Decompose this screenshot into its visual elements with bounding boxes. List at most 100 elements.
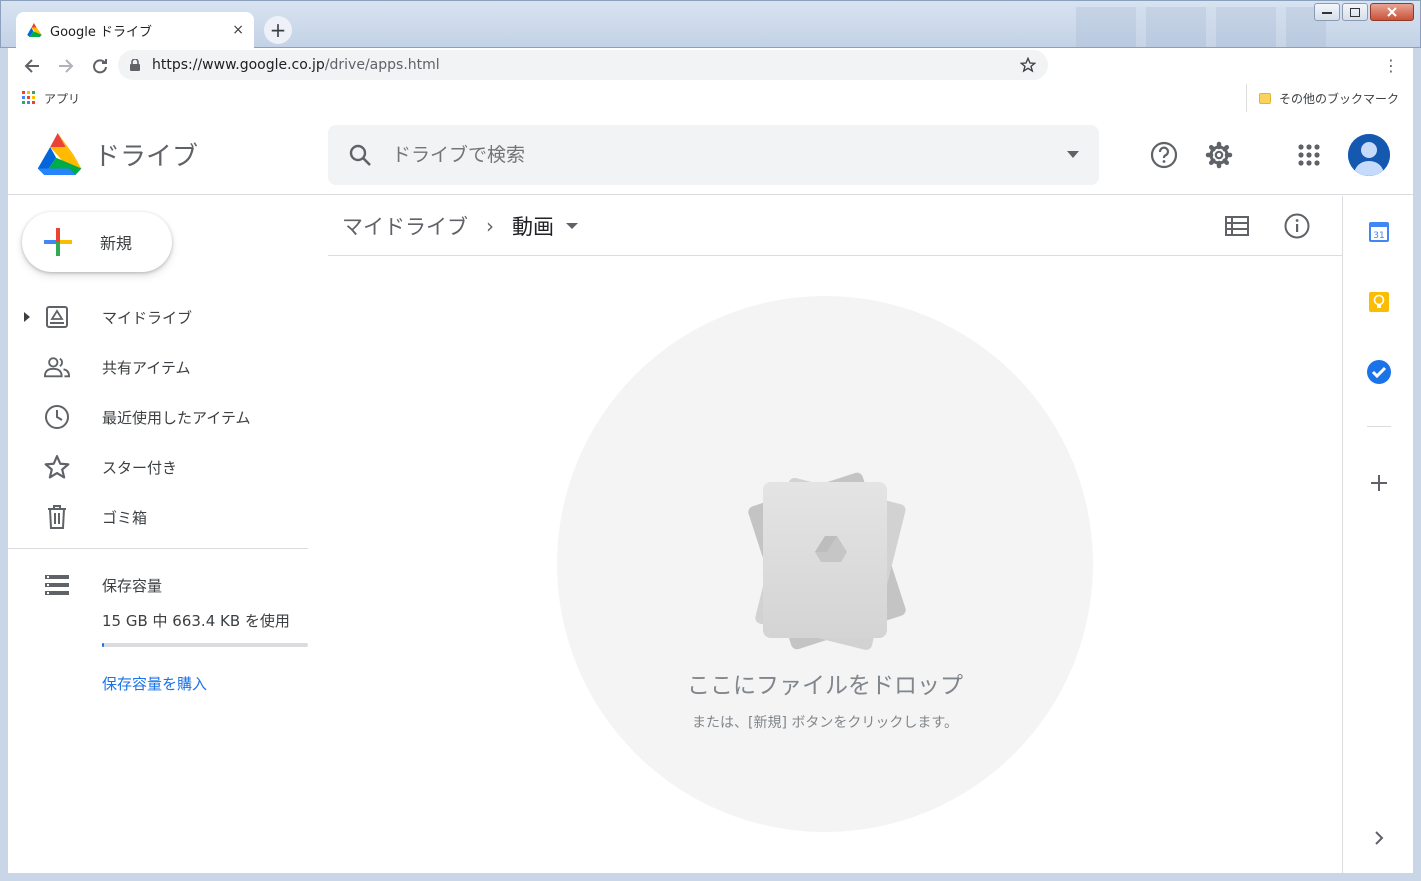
drive-logo[interactable]: ドライブ: [34, 133, 198, 175]
expand-arrow-icon[interactable]: [24, 312, 30, 322]
drop-zone[interactable]: ここにファイルをドロップ または、[新規] ボタンをクリックします。: [557, 296, 1093, 832]
forward-button[interactable]: [54, 54, 78, 78]
tasks-check-icon: [1367, 360, 1391, 384]
list-view-icon: [1225, 216, 1249, 236]
chevron-right-icon: [1375, 831, 1384, 845]
search-options-icon[interactable]: [1067, 151, 1079, 159]
arrow-left-icon: [24, 59, 39, 73]
help-button[interactable]: [1148, 139, 1180, 171]
storage-label: 保存容量: [102, 576, 163, 595]
bookmarks-bar: アプリ その他のブックマーク: [8, 84, 1413, 112]
close-icon: [1387, 7, 1397, 17]
sidebar-item-my-drive[interactable]: マイドライブ: [8, 292, 308, 342]
folder-icon: [1258, 92, 1271, 104]
drop-zone-subtitle: または、[新規] ボタンをクリックします。: [692, 715, 958, 731]
help-icon: [1150, 141, 1178, 169]
address-bar[interactable]: https://www.google.co.jp/drive/apps.html: [118, 50, 1048, 80]
sidebar-item-storage[interactable]: 保存容量: [8, 560, 308, 610]
drop-zone-title: ここにファイルをドロップ: [687, 673, 963, 699]
side-panel: 31: [1342, 196, 1413, 873]
tab-close-icon[interactable]: ×: [232, 22, 244, 38]
plus-icon: [1371, 475, 1387, 491]
close-window-button[interactable]: [1370, 3, 1414, 21]
account-avatar[interactable]: [1348, 134, 1390, 176]
folder-menu-caret-icon[interactable]: [566, 222, 578, 229]
sidebar-item-label: 最近使用したアイテム: [102, 408, 251, 427]
storage-progress-fill: [102, 643, 104, 647]
google-apps-button[interactable]: [1293, 139, 1325, 171]
storage-section: 保存容量 15 GB 中 663.4 KB を使用 保存容量を購入: [8, 560, 308, 694]
new-tab-button[interactable]: +: [264, 16, 292, 44]
sidebar-item-shared[interactable]: 共有アイテム: [8, 342, 308, 392]
details-button[interactable]: [1281, 210, 1313, 242]
calendar-day: 31: [1373, 231, 1384, 241]
breadcrumb: マイドライブ › 動画: [328, 196, 1342, 256]
drive-app: ドライブ ドライブで検索 新規 マイドライブ 共有アイテム 最近使用したアイテム…: [8, 115, 1413, 873]
keep-lightbulb-icon: [1369, 292, 1389, 312]
clock-icon: [44, 404, 70, 430]
sidebar: 新規 マイドライブ 共有アイテム 最近使用したアイテム スター付き ゴミ箱 保存…: [8, 196, 328, 873]
sidebar-item-recent[interactable]: 最近使用したアイテム: [8, 392, 308, 442]
bookmark-star-icon[interactable]: [1020, 57, 1036, 73]
main-content: マイドライブ › 動画 ここにファイルをドロップ または、[新規] ボタンをクリ…: [328, 196, 1342, 873]
buy-storage-link[interactable]: 保存容量を購入: [102, 673, 308, 694]
search-input[interactable]: [392, 144, 1067, 166]
breadcrumb-separator: ›: [486, 213, 494, 238]
bookmark-apps-label: アプリ: [44, 91, 81, 106]
drive-logo-text: ドライブ: [94, 141, 199, 172]
hide-side-panel-button[interactable]: [1365, 824, 1393, 852]
new-button[interactable]: 新規: [22, 212, 172, 272]
side-panel-divider: [1367, 426, 1391, 427]
calendar-addon-button[interactable]: 31: [1365, 218, 1393, 246]
user-avatar-icon: [1348, 134, 1390, 176]
minimize-button[interactable]: [1314, 3, 1340, 21]
minimize-icon: [1322, 12, 1332, 14]
trash-icon: [44, 504, 70, 530]
apps-grid-icon: [1298, 144, 1320, 166]
keep-addon-button[interactable]: [1365, 288, 1393, 316]
drive-favicon-icon: [27, 23, 42, 37]
sidebar-item-label: マイドライブ: [102, 308, 193, 327]
maximize-icon: [1350, 7, 1360, 17]
shared-icon: [44, 354, 70, 380]
apps-grid-icon: [22, 91, 35, 104]
get-addons-button[interactable]: [1365, 469, 1393, 497]
browser-menu-button[interactable]: ⋮: [1383, 56, 1399, 75]
reload-button[interactable]: [88, 54, 112, 78]
settings-button[interactable]: [1203, 139, 1235, 171]
back-button[interactable]: [20, 54, 44, 78]
breadcrumb-root[interactable]: マイドライブ: [342, 211, 468, 241]
background-window: [1076, 7, 1326, 47]
reload-icon: [93, 59, 107, 74]
nav-list: マイドライブ 共有アイテム 最近使用したアイテム スター付き ゴミ箱: [8, 292, 308, 542]
search-bar[interactable]: [328, 125, 1099, 185]
browser-tab[interactable]: Google ドライブ ×: [16, 12, 254, 48]
calendar-icon: 31: [1369, 222, 1389, 242]
bookmark-other-folder[interactable]: その他のブックマーク: [1245, 84, 1399, 112]
tab-title: Google ドライブ: [50, 24, 152, 40]
url-text: https://www.google.co.jp/drive/apps.html: [152, 57, 1020, 73]
sidebar-item-trash[interactable]: ゴミ箱: [8, 492, 308, 542]
storage-icon: [44, 572, 70, 598]
sidebar-item-label: 共有アイテム: [102, 358, 191, 377]
breadcrumb-current-folder[interactable]: 動画: [512, 211, 554, 241]
window-controls: [1314, 3, 1414, 21]
maximize-button[interactable]: [1342, 3, 1368, 21]
url-host: https://www.google.co.jp: [152, 57, 325, 73]
storage-progress-bar: [102, 643, 308, 647]
sidebar-item-label: ゴミ箱: [102, 508, 148, 527]
bookmark-apps[interactable]: アプリ: [22, 90, 80, 107]
search-icon[interactable]: [348, 143, 372, 167]
info-icon: [1284, 213, 1310, 239]
storage-usage-text: 15 GB 中 663.4 KB を使用: [102, 612, 290, 630]
list-view-button[interactable]: [1221, 210, 1253, 242]
sidebar-item-starred[interactable]: スター付き: [8, 442, 308, 492]
gear-icon: [1205, 141, 1233, 169]
my-drive-icon: [44, 304, 70, 330]
url-path: /drive/apps.html: [324, 57, 440, 73]
lock-icon: [130, 59, 140, 71]
drive-header: ドライブ: [8, 115, 1413, 195]
drop-files-illustration-icon: [748, 472, 906, 650]
arrow-right-icon: [59, 59, 74, 73]
tasks-addon-button[interactable]: [1365, 358, 1393, 386]
